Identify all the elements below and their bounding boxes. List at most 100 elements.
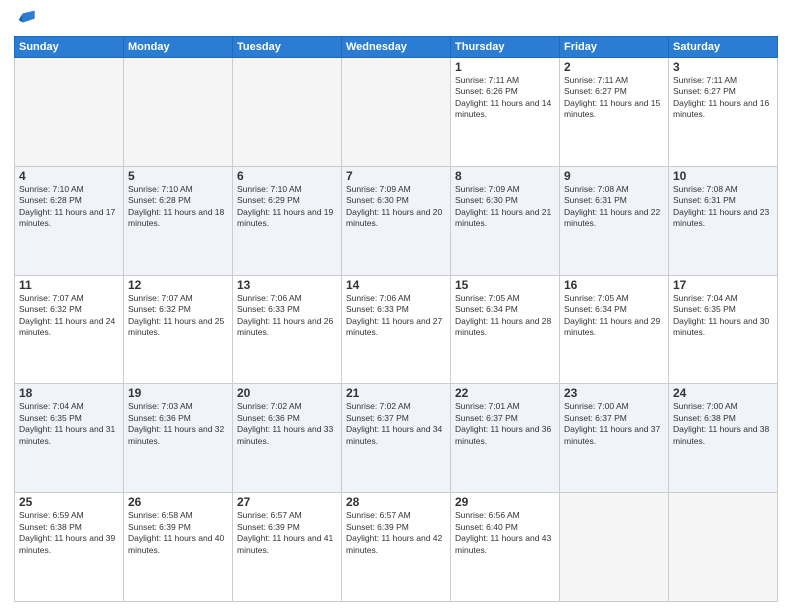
weekday-header-monday: Monday: [124, 37, 233, 58]
calendar-cell: 28Sunrise: 6:57 AM Sunset: 6:39 PM Dayli…: [342, 493, 451, 602]
calendar-cell: 10Sunrise: 7:08 AM Sunset: 6:31 PM Dayli…: [669, 166, 778, 275]
day-number: 16: [564, 278, 664, 292]
calendar-week-row: 4Sunrise: 7:10 AM Sunset: 6:28 PM Daylig…: [15, 166, 778, 275]
calendar-cell: 18Sunrise: 7:04 AM Sunset: 6:35 PM Dayli…: [15, 384, 124, 493]
day-info: Sunrise: 6:57 AM Sunset: 6:39 PM Dayligh…: [237, 510, 337, 556]
day-number: 12: [128, 278, 228, 292]
weekday-header-saturday: Saturday: [669, 37, 778, 58]
calendar-week-row: 18Sunrise: 7:04 AM Sunset: 6:35 PM Dayli…: [15, 384, 778, 493]
day-info: Sunrise: 7:08 AM Sunset: 6:31 PM Dayligh…: [564, 184, 664, 230]
day-info: Sunrise: 7:01 AM Sunset: 6:37 PM Dayligh…: [455, 401, 555, 447]
day-number: 9: [564, 169, 664, 183]
logo: [14, 10, 36, 28]
day-info: Sunrise: 6:56 AM Sunset: 6:40 PM Dayligh…: [455, 510, 555, 556]
day-number: 25: [19, 495, 119, 509]
day-number: 5: [128, 169, 228, 183]
day-number: 7: [346, 169, 446, 183]
calendar-cell: 13Sunrise: 7:06 AM Sunset: 6:33 PM Dayli…: [233, 275, 342, 384]
calendar-cell: [342, 58, 451, 167]
day-info: Sunrise: 7:00 AM Sunset: 6:38 PM Dayligh…: [673, 401, 773, 447]
day-number: 21: [346, 386, 446, 400]
calendar-cell: 22Sunrise: 7:01 AM Sunset: 6:37 PM Dayli…: [451, 384, 560, 493]
calendar-cell: 8Sunrise: 7:09 AM Sunset: 6:30 PM Daylig…: [451, 166, 560, 275]
weekday-header-sunday: Sunday: [15, 37, 124, 58]
calendar-cell: 5Sunrise: 7:10 AM Sunset: 6:28 PM Daylig…: [124, 166, 233, 275]
day-info: Sunrise: 7:06 AM Sunset: 6:33 PM Dayligh…: [237, 293, 337, 339]
day-number: 19: [128, 386, 228, 400]
day-info: Sunrise: 7:08 AM Sunset: 6:31 PM Dayligh…: [673, 184, 773, 230]
day-info: Sunrise: 7:11 AM Sunset: 6:27 PM Dayligh…: [564, 75, 664, 121]
day-info: Sunrise: 7:10 AM Sunset: 6:29 PM Dayligh…: [237, 184, 337, 230]
calendar-cell: 3Sunrise: 7:11 AM Sunset: 6:27 PM Daylig…: [669, 58, 778, 167]
calendar-cell: [15, 58, 124, 167]
calendar-cell: 16Sunrise: 7:05 AM Sunset: 6:34 PM Dayli…: [560, 275, 669, 384]
calendar-cell: 24Sunrise: 7:00 AM Sunset: 6:38 PM Dayli…: [669, 384, 778, 493]
day-info: Sunrise: 7:10 AM Sunset: 6:28 PM Dayligh…: [19, 184, 119, 230]
day-info: Sunrise: 7:07 AM Sunset: 6:32 PM Dayligh…: [128, 293, 228, 339]
calendar-cell: 12Sunrise: 7:07 AM Sunset: 6:32 PM Dayli…: [124, 275, 233, 384]
weekday-header-wednesday: Wednesday: [342, 37, 451, 58]
day-info: Sunrise: 7:04 AM Sunset: 6:35 PM Dayligh…: [19, 401, 119, 447]
day-number: 3: [673, 60, 773, 74]
calendar-cell: 19Sunrise: 7:03 AM Sunset: 6:36 PM Dayli…: [124, 384, 233, 493]
calendar-cell: 29Sunrise: 6:56 AM Sunset: 6:40 PM Dayli…: [451, 493, 560, 602]
calendar-cell: 2Sunrise: 7:11 AM Sunset: 6:27 PM Daylig…: [560, 58, 669, 167]
day-info: Sunrise: 7:02 AM Sunset: 6:37 PM Dayligh…: [346, 401, 446, 447]
day-number: 22: [455, 386, 555, 400]
calendar-week-row: 11Sunrise: 7:07 AM Sunset: 6:32 PM Dayli…: [15, 275, 778, 384]
day-info: Sunrise: 7:00 AM Sunset: 6:37 PM Dayligh…: [564, 401, 664, 447]
day-number: 24: [673, 386, 773, 400]
day-number: 10: [673, 169, 773, 183]
day-number: 18: [19, 386, 119, 400]
day-number: 17: [673, 278, 773, 292]
day-info: Sunrise: 6:58 AM Sunset: 6:39 PM Dayligh…: [128, 510, 228, 556]
calendar-cell: 7Sunrise: 7:09 AM Sunset: 6:30 PM Daylig…: [342, 166, 451, 275]
day-info: Sunrise: 6:57 AM Sunset: 6:39 PM Dayligh…: [346, 510, 446, 556]
calendar-cell: [233, 58, 342, 167]
day-info: Sunrise: 7:03 AM Sunset: 6:36 PM Dayligh…: [128, 401, 228, 447]
day-number: 14: [346, 278, 446, 292]
day-info: Sunrise: 7:07 AM Sunset: 6:32 PM Dayligh…: [19, 293, 119, 339]
day-number: 2: [564, 60, 664, 74]
calendar-cell: [560, 493, 669, 602]
calendar: SundayMondayTuesdayWednesdayThursdayFrid…: [14, 36, 778, 602]
day-info: Sunrise: 7:09 AM Sunset: 6:30 PM Dayligh…: [346, 184, 446, 230]
day-info: Sunrise: 7:05 AM Sunset: 6:34 PM Dayligh…: [564, 293, 664, 339]
page: SundayMondayTuesdayWednesdayThursdayFrid…: [0, 0, 792, 612]
day-info: Sunrise: 7:10 AM Sunset: 6:28 PM Dayligh…: [128, 184, 228, 230]
calendar-cell: [669, 493, 778, 602]
day-number: 29: [455, 495, 555, 509]
calendar-cell: 4Sunrise: 7:10 AM Sunset: 6:28 PM Daylig…: [15, 166, 124, 275]
day-number: 20: [237, 386, 337, 400]
day-number: 13: [237, 278, 337, 292]
calendar-cell: 1Sunrise: 7:11 AM Sunset: 6:26 PM Daylig…: [451, 58, 560, 167]
calendar-cell: 26Sunrise: 6:58 AM Sunset: 6:39 PM Dayli…: [124, 493, 233, 602]
calendar-cell: 17Sunrise: 7:04 AM Sunset: 6:35 PM Dayli…: [669, 275, 778, 384]
weekday-header-row: SundayMondayTuesdayWednesdayThursdayFrid…: [15, 37, 778, 58]
day-info: Sunrise: 7:11 AM Sunset: 6:27 PM Dayligh…: [673, 75, 773, 121]
weekday-header-thursday: Thursday: [451, 37, 560, 58]
day-number: 1: [455, 60, 555, 74]
day-number: 15: [455, 278, 555, 292]
calendar-cell: 21Sunrise: 7:02 AM Sunset: 6:37 PM Dayli…: [342, 384, 451, 493]
header: [14, 10, 778, 28]
day-number: 26: [128, 495, 228, 509]
weekday-header-friday: Friday: [560, 37, 669, 58]
day-number: 28: [346, 495, 446, 509]
calendar-cell: [124, 58, 233, 167]
calendar-cell: 15Sunrise: 7:05 AM Sunset: 6:34 PM Dayli…: [451, 275, 560, 384]
day-number: 4: [19, 169, 119, 183]
calendar-cell: 11Sunrise: 7:07 AM Sunset: 6:32 PM Dayli…: [15, 275, 124, 384]
calendar-cell: 27Sunrise: 6:57 AM Sunset: 6:39 PM Dayli…: [233, 493, 342, 602]
day-number: 11: [19, 278, 119, 292]
day-info: Sunrise: 6:59 AM Sunset: 6:38 PM Dayligh…: [19, 510, 119, 556]
calendar-cell: 9Sunrise: 7:08 AM Sunset: 6:31 PM Daylig…: [560, 166, 669, 275]
calendar-cell: 6Sunrise: 7:10 AM Sunset: 6:29 PM Daylig…: [233, 166, 342, 275]
day-number: 23: [564, 386, 664, 400]
weekday-header-tuesday: Tuesday: [233, 37, 342, 58]
day-info: Sunrise: 7:04 AM Sunset: 6:35 PM Dayligh…: [673, 293, 773, 339]
calendar-cell: 25Sunrise: 6:59 AM Sunset: 6:38 PM Dayli…: [15, 493, 124, 602]
logo-icon: [16, 8, 36, 28]
calendar-week-row: 25Sunrise: 6:59 AM Sunset: 6:38 PM Dayli…: [15, 493, 778, 602]
day-info: Sunrise: 7:11 AM Sunset: 6:26 PM Dayligh…: [455, 75, 555, 121]
